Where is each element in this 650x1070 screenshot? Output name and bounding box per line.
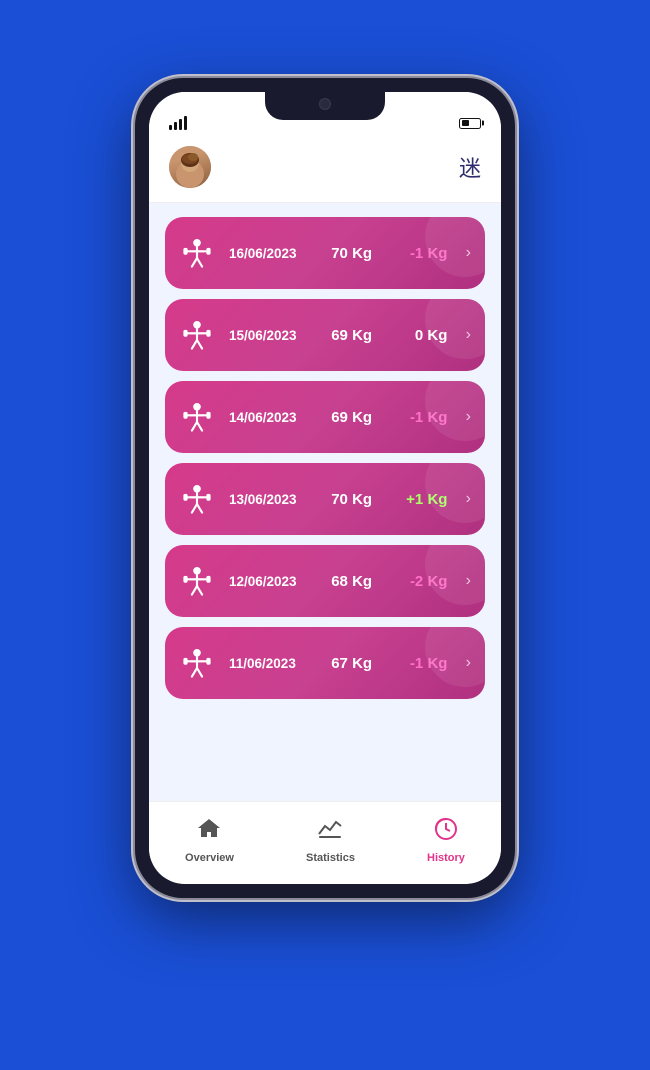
entry-date: 11/06/2023: [229, 656, 319, 671]
entry-chevron-icon: ›: [466, 326, 471, 344]
entry-delta: 0 Kg: [395, 327, 447, 344]
entries-list: 16/06/2023 70 Kg -1 Kg ›: [149, 203, 501, 801]
entry-weight: 70 Kg: [331, 491, 383, 508]
entry-weight: 67 Kg: [331, 655, 383, 672]
nav-label-history: History: [427, 852, 465, 864]
entry-chevron-icon: ›: [466, 572, 471, 590]
battery-area: [454, 118, 481, 129]
nav-icon-history: [433, 816, 459, 849]
app-bar: 迷: [149, 136, 501, 203]
phone-screen: 迷: [149, 92, 501, 884]
entry-icon: [165, 400, 229, 434]
entry-date: 13/06/2023: [229, 492, 319, 507]
entry-icon: [165, 318, 229, 352]
nav-item-overview[interactable]: Overview: [169, 812, 250, 868]
weight-entry-3[interactable]: 13/06/2023 70 Kg +1 Kg ›: [165, 463, 485, 535]
entry-delta: +1 Kg: [395, 491, 447, 508]
nav-icon-overview: [196, 816, 222, 849]
battery-icon: [459, 118, 481, 129]
entry-date: 16/06/2023: [229, 246, 319, 261]
entry-data: 14/06/2023 69 Kg -1 Kg ›: [229, 408, 485, 426]
signal-area: [169, 116, 194, 130]
entry-chevron-icon: ›: [466, 244, 471, 262]
nav-item-statistics[interactable]: Statistics: [290, 812, 371, 868]
nav-item-history[interactable]: History: [411, 812, 481, 868]
entry-chevron-icon: ›: [466, 408, 471, 426]
entry-data: 11/06/2023 67 Kg -1 Kg ›: [229, 654, 485, 672]
weight-entry-0[interactable]: 16/06/2023 70 Kg -1 Kg ›: [165, 217, 485, 289]
weight-entry-1[interactable]: 15/06/2023 69 Kg 0 Kg ›: [165, 299, 485, 371]
entry-date: 14/06/2023: [229, 410, 319, 425]
entry-weight: 70 Kg: [331, 245, 383, 262]
entry-delta: -1 Kg: [395, 409, 447, 426]
entry-icon: [165, 236, 229, 270]
entry-weight: 69 Kg: [331, 327, 383, 344]
entry-icon: [165, 564, 229, 598]
bottom-nav: Overview Statistics History: [149, 801, 501, 884]
phone-frame: 迷: [135, 78, 515, 898]
entry-date: 15/06/2023: [229, 328, 319, 343]
entry-data: 16/06/2023 70 Kg -1 Kg ›: [229, 244, 485, 262]
entry-delta: -1 Kg: [395, 245, 447, 262]
translate-icon[interactable]: 迷: [459, 151, 481, 183]
entry-icon: [165, 482, 229, 516]
entry-weight: 68 Kg: [331, 573, 383, 590]
app-header-text: [305, 0, 345, 78]
nav-label-overview: Overview: [185, 852, 234, 864]
avatar[interactable]: [169, 146, 211, 188]
phone-notch: [265, 92, 385, 120]
entry-weight: 69 Kg: [331, 409, 383, 426]
entry-data: 15/06/2023 69 Kg 0 Kg ›: [229, 326, 485, 344]
entry-date: 12/06/2023: [229, 574, 319, 589]
entry-chevron-icon: ›: [466, 654, 471, 672]
entry-delta: -1 Kg: [395, 655, 447, 672]
nav-label-statistics: Statistics: [306, 852, 355, 864]
weight-entry-2[interactable]: 14/06/2023 69 Kg -1 Kg ›: [165, 381, 485, 453]
entry-data: 13/06/2023 70 Kg +1 Kg ›: [229, 490, 485, 508]
signal-bars: [169, 116, 187, 130]
nav-icon-statistics: [317, 816, 343, 849]
entry-delta: -2 Kg: [395, 573, 447, 590]
weight-entry-5[interactable]: 11/06/2023 67 Kg -1 Kg ›: [165, 627, 485, 699]
entry-data: 12/06/2023 68 Kg -2 Kg ›: [229, 572, 485, 590]
entry-chevron-icon: ›: [466, 490, 471, 508]
weight-entry-4[interactable]: 12/06/2023 68 Kg -2 Kg ›: [165, 545, 485, 617]
entry-icon: [165, 646, 229, 680]
